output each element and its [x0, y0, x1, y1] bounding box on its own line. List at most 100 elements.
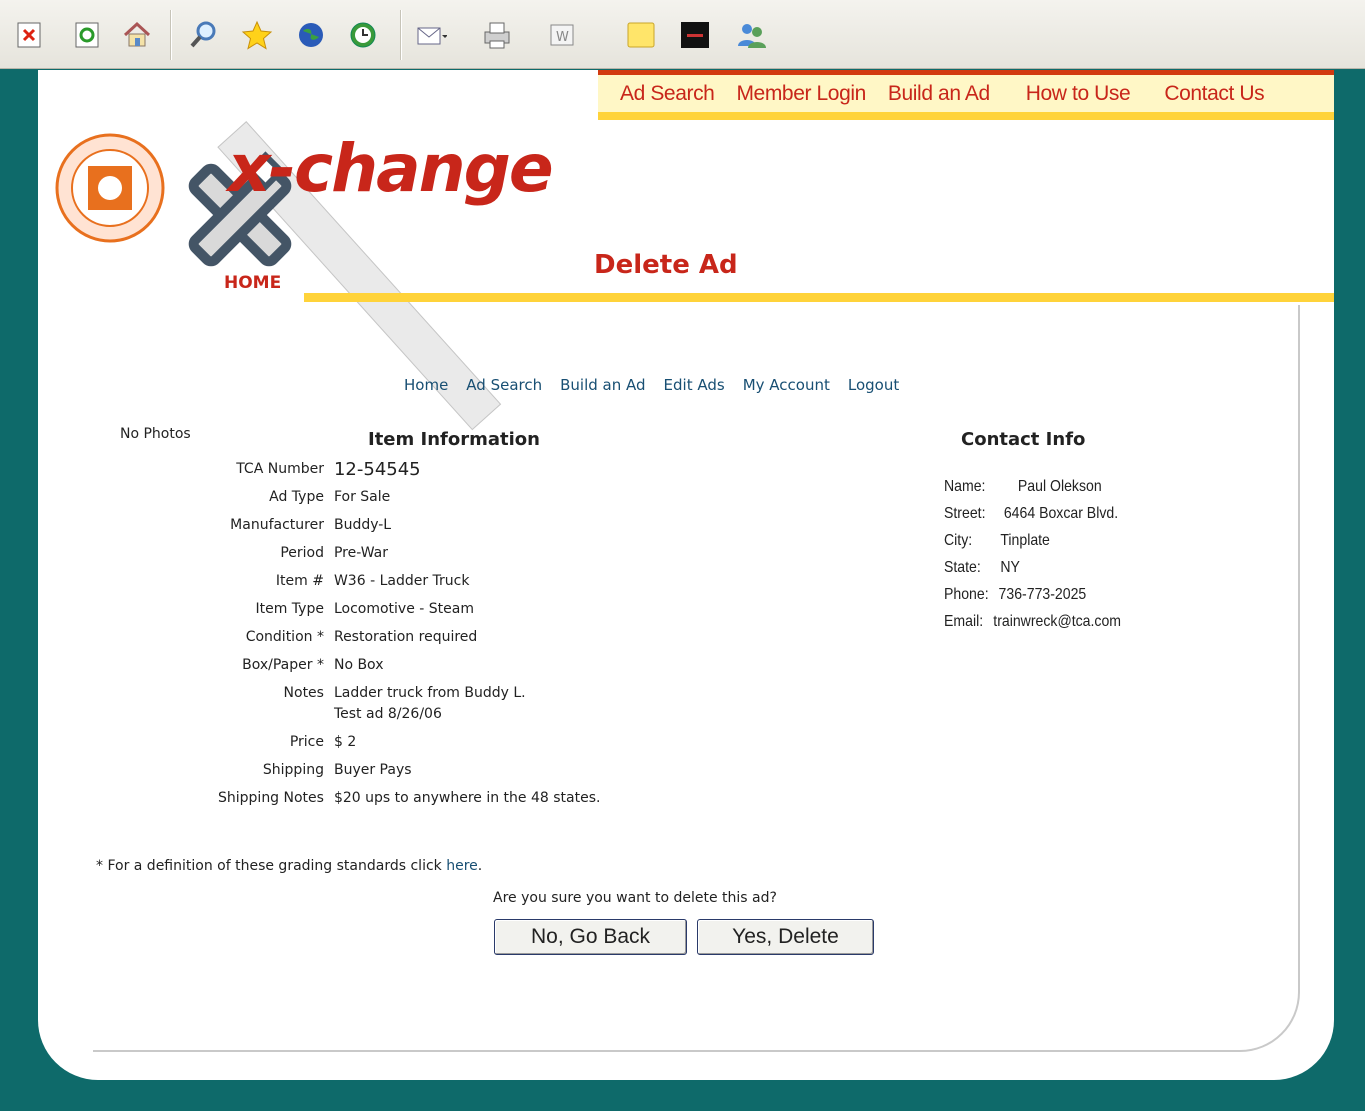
favorites-icon[interactable] [240, 18, 274, 52]
svg-text:W: W [556, 30, 569, 45]
subnav-home[interactable]: Home [404, 376, 448, 394]
contact-value: Tinplate [1000, 532, 1050, 549]
xchange-wordmark: x-change [228, 130, 554, 207]
member-navigation: Home Ad Search Build an Ad Edit Ads My A… [404, 376, 899, 394]
contact-row-street: Street: 6464 Boxcar Blvd. [944, 500, 1121, 527]
edit-icon[interactable]: W [545, 18, 579, 52]
row-value: Pre-War [333, 545, 388, 561]
row-value: Buyer Pays [333, 762, 412, 778]
row-value: Restoration required [333, 629, 478, 645]
subnav-logout[interactable]: Logout [848, 376, 899, 394]
contact-value: trainwreck@tca.com [993, 613, 1122, 630]
table-row: Shipping Notes $20 ups to anywhere in th… [218, 788, 600, 816]
delete-button[interactable]: Yes, Delete [697, 919, 874, 955]
header-divider [304, 293, 1334, 302]
subnav-ad-search[interactable]: Ad Search [466, 376, 542, 394]
contact-label: Email: [944, 613, 984, 630]
table-row: Shipping Buyer Pays [218, 760, 600, 788]
mail-icon[interactable] [414, 18, 448, 52]
row-value: 12-54545 [333, 459, 421, 480]
home-logo-link[interactable]: HOME [224, 273, 281, 293]
contact-info: Name: Paul Olekson Street: 6464 Boxcar Blv… [944, 473, 1145, 635]
stop-icon[interactable] [12, 18, 46, 52]
contact-row-email: Email: trainwreck@tca.com [944, 608, 1121, 635]
row-value: Ladder truck from Buddy L. Test ad 8/26/… [334, 683, 600, 732]
row-label: Box/Paper * [242, 657, 324, 673]
history-icon[interactable] [346, 18, 380, 52]
table-row: Manufacturer Buddy-L [218, 515, 600, 543]
contact-row-name: Name: Paul Olekson [944, 473, 1121, 500]
row-label: Shipping Notes [218, 790, 324, 806]
delete-confirmation-question: Are you sure you want to delete this ad? [493, 890, 777, 906]
table-row: Notes Ladder truck from Buddy L. Test ad… [218, 683, 600, 732]
photos-placeholder: No Photos [120, 426, 191, 442]
topnav-ad-search[interactable]: Ad Search [620, 82, 715, 106]
row-label: Condition * [245, 629, 324, 645]
row-value: For Sale [333, 489, 391, 505]
row-label: Item # [275, 573, 324, 589]
topnav-build-an-ad[interactable]: Build an Ad [888, 82, 990, 106]
row-label: TCA Number [236, 461, 324, 477]
page-content: Ad Search Member Login Build an Ad How t… [38, 70, 1334, 1080]
table-row: Ad Type For Sale [218, 487, 600, 515]
home-icon[interactable] [120, 18, 154, 52]
row-value: Locomotive - Steam [333, 601, 474, 617]
row-label: Ad Type [269, 489, 324, 505]
table-row: Price $ 2 [218, 732, 600, 760]
browser-toolbar: W [0, 0, 1365, 69]
contacts-icon[interactable] [734, 18, 768, 52]
grading-standards-link[interactable]: here [446, 858, 478, 874]
refresh-icon[interactable] [70, 18, 104, 52]
row-label: Period [280, 545, 324, 561]
row-value: $ 2 [333, 734, 357, 750]
row-value: No Box [333, 657, 384, 673]
topnav-how-to-use[interactable]: How to Use [1026, 82, 1131, 106]
subnav-build-an-ad[interactable]: Build an Ad [560, 376, 645, 394]
top-navigation: Ad Search Member Login Build an Ad How t… [598, 70, 1334, 120]
grading-footnote: * For a definition of these grading stan… [96, 858, 482, 874]
contact-info-title: Contact Info [961, 429, 1086, 450]
go-back-button[interactable]: No, Go Back [494, 919, 687, 955]
contact-row-phone: Phone: 736-773-2025 [944, 581, 1121, 608]
footnote-text: * For a definition of these grading stan… [96, 858, 447, 874]
contact-row-city: City: Tinplate [944, 527, 1121, 554]
contact-label: State: [944, 559, 981, 576]
contact-row-state: State: NY [944, 554, 1121, 581]
contact-value: Paul Olekson [1017, 478, 1102, 495]
page-title: Delete Ad [594, 250, 738, 280]
contact-label: Phone: [944, 586, 989, 603]
contact-value: NY [1000, 559, 1020, 576]
contact-value: 736-773-2025 [998, 586, 1087, 603]
subnav-my-account[interactable]: My Account [743, 376, 830, 394]
table-row: Period Pre-War [218, 543, 600, 571]
row-label: Manufacturer [230, 517, 324, 533]
contact-value: 6464 Boxcar Blvd. [1003, 505, 1119, 522]
item-info-table: TCA Number 12-54545 Ad Type For Sale Man… [218, 459, 600, 816]
subnav-edit-ads[interactable]: Edit Ads [664, 376, 725, 394]
contact-label: City: [944, 532, 973, 549]
topnav-member-login[interactable]: Member Login [736, 82, 866, 106]
row-value: Buddy-L [333, 517, 392, 533]
notes-line-2: Test ad 8/26/06 [333, 706, 442, 722]
row-value: $20 ups to anywhere in the 48 states. [333, 790, 601, 806]
contact-label: Street: [944, 505, 986, 522]
row-label: Shipping [262, 762, 324, 778]
item-info-title: Item Information [368, 429, 540, 450]
row-label: Price [289, 734, 324, 750]
row-value: W36 - Ladder Truck [333, 573, 470, 589]
table-row: Item Type Locomotive - Steam [218, 599, 600, 627]
notes-icon[interactable] [624, 18, 658, 52]
print-icon[interactable] [480, 18, 514, 52]
footnote-end: . [477, 858, 483, 874]
table-row: Item # W36 - Ladder Truck [218, 571, 600, 599]
notes-line-1: Ladder truck from Buddy L. [333, 685, 526, 701]
topnav-contact-us[interactable]: Contact Us [1164, 82, 1264, 106]
row-label: Notes [283, 685, 324, 701]
tca-seal-logo [55, 133, 165, 243]
messenger-icon[interactable] [678, 18, 712, 52]
table-row: Condition * Restoration required [218, 627, 600, 655]
media-icon[interactable] [294, 18, 328, 52]
table-row: TCA Number 12-54545 [218, 459, 600, 487]
contact-label: Name: [944, 478, 986, 495]
search-icon[interactable] [186, 18, 220, 52]
